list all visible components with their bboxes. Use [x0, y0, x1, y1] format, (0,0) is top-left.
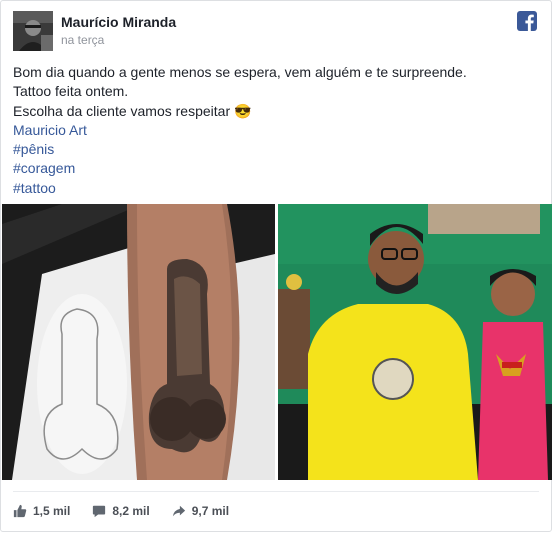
- post-text: Bom dia quando a gente menos se espera, …: [13, 63, 543, 198]
- post-text-line: Bom dia quando a gente menos se espera, …: [13, 64, 467, 80]
- artist-and-client-photo[interactable]: [278, 204, 552, 480]
- hashtag-link[interactable]: #coragem: [13, 159, 543, 178]
- engagement-stats: 1,5 mil 8,2 mil 9,7 mil: [13, 495, 533, 527]
- tattoo-photo[interactable]: [2, 204, 275, 480]
- post-photos: [1, 204, 553, 480]
- comments-count: 8,2 mil: [112, 504, 150, 518]
- author-name[interactable]: Maurício Miranda: [61, 14, 176, 30]
- post-text-line: Tattoo feita ontem.: [13, 83, 129, 100]
- page-mention-link[interactable]: Mauricio Art: [13, 121, 543, 140]
- hashtag-link[interactable]: #tattoo: [13, 179, 543, 198]
- post-timestamp[interactable]: na terça: [61, 33, 104, 47]
- avatar[interactable]: [13, 11, 53, 51]
- comments-stat[interactable]: 8,2 mil: [92, 504, 150, 518]
- divider: [13, 491, 539, 492]
- likes-stat[interactable]: 1,5 mil: [13, 504, 70, 518]
- like-icon: [13, 504, 27, 518]
- likes-count: 1,5 mil: [33, 504, 71, 518]
- shares-stat[interactable]: 9,7 mil: [172, 504, 229, 518]
- facebook-icon[interactable]: [517, 11, 537, 31]
- post-header: Maurício Miranda na terça: [13, 11, 541, 51]
- facebook-post-card: Maurício Miranda na terça Bom dia quando…: [0, 0, 552, 532]
- shares-count: 9,7 mil: [191, 504, 230, 518]
- comment-icon: [93, 505, 106, 518]
- share-icon: [172, 505, 185, 517]
- hashtag-link[interactable]: #pênis: [13, 140, 543, 159]
- post-text-line: Escolha da cliente vamos respeitar 😎: [13, 102, 252, 119]
